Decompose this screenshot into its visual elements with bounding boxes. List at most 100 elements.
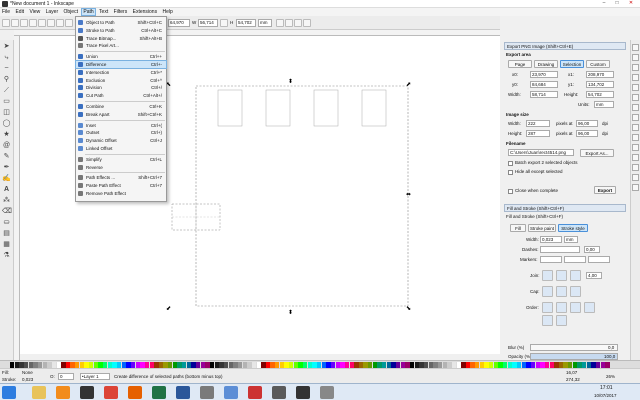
redo-icon[interactable] (65, 19, 73, 27)
menu-edit[interactable]: Edit (13, 8, 26, 16)
fill-indicator-value[interactable]: None (22, 369, 33, 376)
star-tool-icon[interactable]: ★ (2, 130, 11, 139)
scale-handle-br[interactable]: ⬊ (406, 306, 411, 312)
path-menu-item-intersection[interactable]: Intersection Ctrl+* (76, 69, 166, 76)
clock-date[interactable]: 10/07/2017 (594, 392, 617, 399)
path-menu-item-trace-pixel-art[interactable]: Trace Pixel Art... (76, 42, 166, 49)
taskbar-app-13-icon[interactable] (296, 386, 310, 399)
taskbar-inkscape-icon[interactable] (80, 386, 94, 399)
snap-grids-icon[interactable] (632, 174, 639, 181)
taskbar-app-10-icon[interactable] (224, 386, 238, 399)
px-width-field[interactable]: 222 (526, 120, 550, 127)
tab-drawing[interactable]: Drawing (534, 60, 558, 68)
close-when-checkbox[interactable] (508, 189, 513, 194)
import-icon[interactable] (38, 19, 46, 27)
path-menu-item-paste-path-effect[interactable]: Paste Path Effect Ctrl+7 (76, 182, 166, 189)
path-menu-item-dynamic-offset[interactable]: Dynamic Offset Ctrl+J (76, 137, 166, 144)
new-document-icon[interactable] (2, 19, 10, 27)
taskbar-firefox-icon[interactable] (128, 386, 142, 399)
lock-icon[interactable] (220, 19, 228, 27)
taskbar-excel-icon[interactable] (152, 386, 166, 399)
order-4-icon[interactable] (584, 302, 595, 313)
3d-box-tool-icon[interactable]: ◫ (2, 108, 11, 117)
menu-filters[interactable]: Filters (112, 8, 130, 16)
taskbar-app-12-icon[interactable] (272, 386, 286, 399)
taskbar-word-icon[interactable] (176, 386, 190, 399)
taskbar-explorer-icon[interactable] (32, 386, 46, 399)
width-field[interactable]: 58,714 (530, 91, 558, 98)
move-gradients-icon[interactable] (294, 19, 302, 27)
menu-object[interactable]: Object (62, 8, 80, 16)
path-menu-item-break-apart[interactable]: Break Apart Shift+Ctrl+K (76, 111, 166, 118)
order-1-icon[interactable] (542, 302, 553, 313)
layer-select[interactable]: •Layer 1 (80, 373, 110, 380)
end-marker-select[interactable] (588, 256, 610, 263)
selector-tool-icon[interactable]: ➤ (2, 42, 11, 51)
minimize-button[interactable]: – (598, 0, 610, 7)
snap-toggle-icon[interactable] (632, 44, 639, 51)
snap-intersections-icon[interactable] (632, 104, 639, 111)
snap-cusp-icon[interactable] (632, 114, 639, 121)
taskbar-media-player-icon[interactable] (56, 386, 70, 399)
tweak-tool-icon[interactable]: ~ (2, 64, 11, 73)
taskbar-app-9-icon[interactable] (200, 386, 214, 399)
snap-smooth-icon[interactable] (632, 124, 639, 131)
pen-tool-icon[interactable]: ✒ (2, 163, 11, 172)
x0-field[interactable]: 23,970 (530, 71, 558, 78)
tab-stroke-style[interactable]: Stroke style (558, 224, 588, 232)
start-marker-select[interactable] (540, 256, 562, 263)
calligraphy-tool-icon[interactable]: ✍ (2, 174, 11, 183)
text-tool-icon[interactable]: A (2, 185, 11, 194)
x1-field[interactable]: 208,970 (586, 71, 614, 78)
w-field[interactable]: 56,714 (198, 19, 218, 27)
snap-rotation-icon[interactable] (632, 154, 639, 161)
scale-handle-tr[interactable]: ⬈ (406, 82, 411, 88)
clock-time[interactable]: 17:01 (600, 385, 613, 392)
join-bevel-icon[interactable] (570, 270, 581, 281)
gradient-tool-icon[interactable]: ▤ (2, 229, 11, 238)
path-menu-item-path-effects[interactable]: Path Effects ... Shift+Ctrl+7 (76, 174, 166, 181)
menu-path[interactable]: Path (81, 8, 96, 16)
join-miter-icon[interactable] (542, 270, 553, 281)
y0-field[interactable]: 84,684 (530, 81, 558, 88)
dashes-select[interactable] (540, 246, 580, 253)
measure-tool-icon[interactable]: ⟋ (2, 86, 11, 95)
node-tool-icon[interactable]: ⤷ (2, 53, 11, 62)
order-2-icon[interactable] (556, 302, 567, 313)
path-menu-item-reverse[interactable]: Reverse (76, 164, 166, 171)
fill-stroke-panel-header[interactable]: Fill and Stroke (Shift+Ctrl+F) (504, 204, 626, 212)
export-icon[interactable] (47, 19, 55, 27)
path-menu-item-trace-bitmap[interactable]: Trace Bitmap... Shift+Alt+B (76, 35, 166, 42)
height-field[interactable]: 54,702 (586, 91, 614, 98)
move-patterns-icon[interactable] (303, 19, 311, 27)
path-menu-item-linked-offset[interactable]: Linked Offset (76, 145, 166, 152)
export-as-button[interactable]: Export As... (580, 149, 614, 157)
batch-checkbox[interactable] (508, 161, 513, 166)
units-select[interactable]: mm (594, 101, 614, 108)
ellipse-tool-icon[interactable]: ◯ (2, 119, 11, 128)
path-menu-item-outset[interactable]: Outset Ctrl+) (76, 129, 166, 136)
stroke-width-field[interactable]: 0,023 (540, 236, 562, 243)
menu-text[interactable]: Text (97, 8, 110, 16)
scale-handle-bl[interactable]: ⬋ (166, 306, 171, 312)
tab-rect-3[interactable] (313, 89, 339, 127)
dpi-field-2[interactable]: 96,00 (576, 130, 598, 137)
rectangle-tool-icon[interactable]: ▭ (2, 97, 11, 106)
scale-handle-r[interactable]: ⬌ (406, 192, 411, 198)
order-5-icon[interactable] (542, 315, 553, 326)
snap-centers-icon[interactable] (632, 144, 639, 151)
hide-checkbox[interactable] (508, 170, 513, 175)
pencil-tool-icon[interactable]: ✎ (2, 152, 11, 161)
scale-handle-b[interactable]: ⬍ (288, 309, 293, 316)
close-button[interactable]: ✕ (625, 0, 637, 7)
snap-bbox-icon[interactable] (632, 54, 639, 61)
taskbar-start-icon[interactable] (2, 386, 16, 399)
path-menu-item-object-to-path[interactable]: Object to Path Shift+Ctrl+C (76, 19, 166, 26)
path-menu-item-inset[interactable]: Inset Ctrl+( (76, 122, 166, 129)
eraser-tool-icon[interactable]: ⌫ (2, 207, 12, 216)
join-round-icon[interactable] (556, 270, 567, 281)
export-panel-header[interactable]: Export PNG Image (Shift+Ctrl+E) (504, 42, 626, 50)
snap-paths-icon[interactable] (632, 94, 639, 101)
path-menu-item-stroke-to-path[interactable]: Stroke to Path Ctrl+Alt+C (76, 27, 166, 34)
path-menu-item-remove-path-effect[interactable]: Remove Path Effect (76, 190, 166, 197)
